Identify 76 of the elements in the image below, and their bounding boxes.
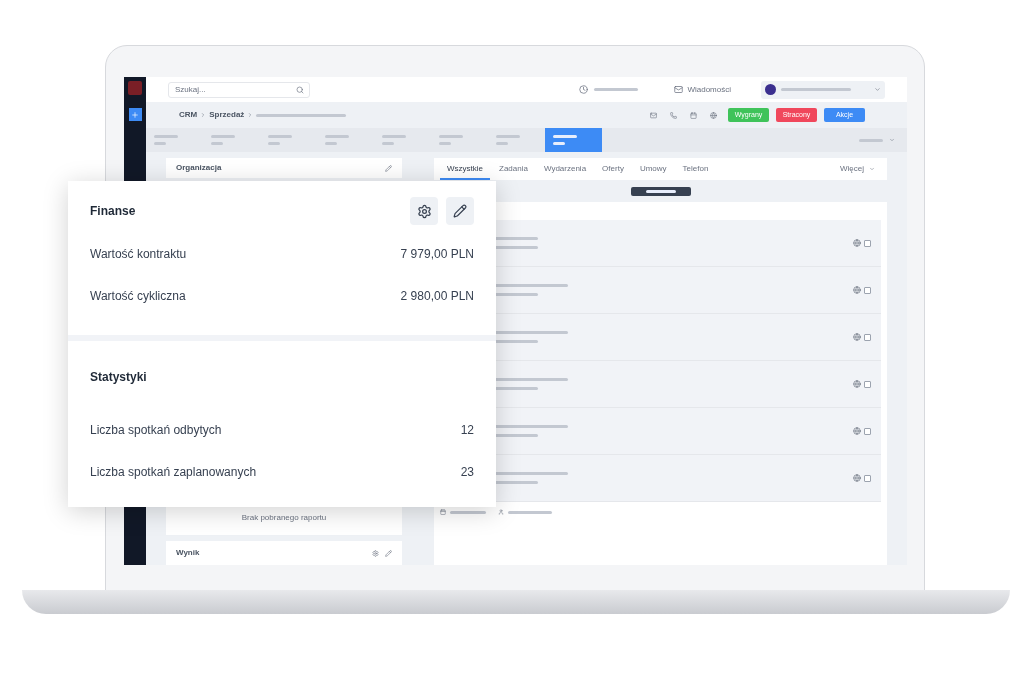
- stat-value: 12: [460, 422, 474, 439]
- tab[interactable]: Umowy: [632, 160, 674, 180]
- settings-button[interactable]: [410, 197, 438, 225]
- empty-report-text: Brak pobranego raportu: [241, 512, 327, 524]
- row-checkbox[interactable]: [864, 333, 871, 341]
- pencil-icon[interactable]: [385, 549, 392, 557]
- blurred-text-line: [439, 135, 463, 138]
- calendar-icon: [690, 111, 697, 119]
- stat-label: Liczba spotkań odbytych: [90, 422, 222, 439]
- blurred-text-line: [553, 135, 577, 138]
- blurred-text-line: [382, 135, 406, 138]
- more-tab[interactable]: Więcej: [840, 163, 864, 175]
- blurred-text-line: [645, 189, 676, 193]
- stat-value: 7 979,00 PLN: [400, 246, 474, 263]
- row-checkbox[interactable]: [864, 239, 871, 247]
- tab[interactable]: Zadania: [492, 160, 535, 180]
- panel-title: Organizacja: [176, 162, 222, 174]
- pencil-icon: [453, 204, 467, 218]
- user-menu[interactable]: [761, 80, 885, 99]
- calendar-icon: [440, 509, 446, 515]
- preview-icon[interactable]: [853, 474, 861, 482]
- chevron-icon: [869, 166, 875, 172]
- section-title: Finanse: [90, 203, 136, 220]
- clock-icon: [579, 85, 589, 94]
- tab[interactable]: Oferty: [595, 160, 631, 180]
- globe-icon: [710, 111, 717, 119]
- preview-icon[interactable]: [853, 333, 861, 341]
- chevron-right-icon: [247, 112, 254, 118]
- stat-value: 2 980,00 PLN: [400, 288, 474, 305]
- edit-button[interactable]: [446, 197, 474, 225]
- preview-icon[interactable]: [853, 427, 861, 435]
- logo-icon: [128, 81, 142, 95]
- stat-label: Liczba spotkań zaplanowanych: [90, 464, 257, 481]
- add-button[interactable]: [128, 108, 142, 121]
- blurred-text-line: [496, 135, 520, 138]
- blurred-text-line: [211, 135, 235, 138]
- section-title: Statystyki: [90, 369, 147, 386]
- blurred-text-line: [268, 135, 292, 138]
- row-checkbox[interactable]: [864, 286, 871, 294]
- chevron-right-icon: [200, 112, 207, 118]
- stage-step[interactable]: [545, 128, 602, 152]
- mail-icon: [650, 111, 657, 119]
- tab[interactable]: Wydarzenia: [536, 160, 594, 180]
- pencil-icon[interactable]: [385, 164, 392, 172]
- blurred-text-line: [508, 510, 552, 514]
- search-icon: [296, 85, 304, 94]
- preview-icon[interactable]: [853, 286, 861, 294]
- blurred-text-line: [781, 88, 851, 91]
- settings-icon[interactable]: [372, 549, 379, 557]
- preview-icon[interactable]: [853, 380, 861, 388]
- search-field[interactable]: Szukaj...: [168, 81, 310, 98]
- mail-icon: [674, 85, 684, 94]
- user-icon: [498, 509, 504, 515]
- breadcrumb-item[interactable]: Sprzedaż: [209, 109, 245, 121]
- plus-icon: [131, 110, 139, 119]
- stat-label: Wartość cykliczna: [90, 288, 186, 305]
- breadcrumb-item[interactable]: CRM: [179, 109, 198, 121]
- chevron-icon: [874, 86, 881, 93]
- stat-label: Wartość kontraktu: [90, 246, 187, 263]
- user-avatar: [765, 84, 776, 95]
- blurred-text-line: [154, 135, 178, 138]
- settings-icon: [416, 203, 432, 219]
- chevron-icon: [889, 137, 895, 143]
- blurred-text-line: [450, 510, 486, 514]
- panel-title: Wynik: [176, 547, 200, 559]
- stat-value: 23: [460, 464, 474, 481]
- blurred-text-line: [325, 135, 349, 138]
- blurred-text-line: [859, 138, 883, 142]
- blurred-text-line: [594, 88, 639, 91]
- row-checkbox[interactable]: [864, 380, 871, 388]
- tab[interactable]: Telefon: [675, 160, 716, 180]
- messages-link[interactable]: Wiadomości: [687, 83, 731, 96]
- phone-icon: [670, 111, 677, 119]
- row-checkbox[interactable]: [864, 474, 871, 482]
- preview-icon[interactable]: [853, 239, 861, 247]
- row-checkbox[interactable]: [864, 427, 871, 435]
